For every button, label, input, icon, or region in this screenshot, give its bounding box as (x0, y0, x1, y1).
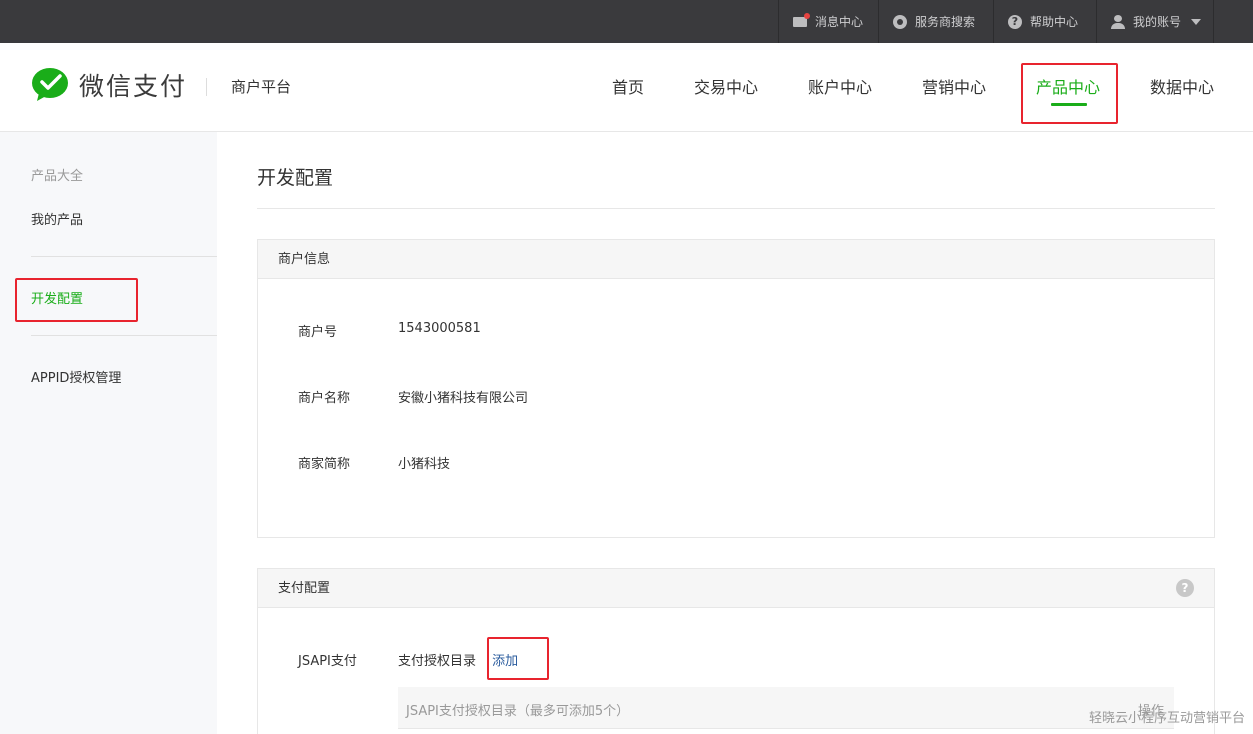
user-icon (1111, 14, 1125, 29)
help-icon[interactable]: ? (1176, 579, 1194, 597)
nav-data-center[interactable]: 数据中心 (1150, 74, 1214, 98)
merchant-id-label: 商户号 (298, 325, 338, 340)
sidebar-title: 产品大全 (31, 169, 84, 184)
nav-active-indicator (1051, 103, 1087, 106)
panel-header: 支付配置 ? (258, 569, 1214, 608)
account-menu[interactable]: 我的账号 (1096, 0, 1214, 43)
title-divider (257, 208, 1215, 209)
sidebar: 产品大全 我的产品 开发配置 APPID授权管理 (0, 132, 217, 734)
platform-name: 商户平台 (231, 78, 292, 96)
merchant-name-value: 安徽小猪科技有限公司 (398, 391, 529, 406)
help-center-label: 帮助中心 (1030, 15, 1079, 29)
payment-config-panel: 支付配置 ? JSAPI支付 支付授权目录 添加 JSAPI支付授权目录（最多可… (257, 568, 1215, 734)
search-icon (893, 14, 907, 29)
messages-link[interactable]: 消息中心 (778, 0, 878, 43)
sidebar-item-dev-config[interactable]: 开发配置 (31, 288, 83, 307)
chevron-down-icon (1191, 18, 1202, 25)
mail-icon (793, 12, 810, 27)
messages-label: 消息中心 (815, 15, 864, 29)
account-label: 我的账号 (1133, 15, 1182, 29)
sidebar-item-appid-auth[interactable]: APPID授权管理 (31, 367, 121, 386)
sidebar-item-my-products[interactable]: 我的产品 (31, 209, 83, 228)
sidebar-divider (31, 256, 217, 257)
help-center-link[interactable]: ? 帮助中心 (993, 0, 1096, 43)
logo[interactable]: 微信支付 (31, 67, 187, 103)
table-header-dir: JSAPI支付授权目录（最多可添加5个） (406, 704, 630, 719)
nav-trade-center[interactable]: 交易中心 (694, 74, 758, 98)
auth-dir-row: 支付授权目录 添加 (398, 650, 518, 669)
merchant-short-name-value: 小猪科技 (398, 457, 451, 472)
panel-title: 支付配置 (278, 581, 331, 596)
logo-text: 微信支付 (79, 72, 188, 101)
auth-dir-table-header: JSAPI支付授权目录（最多可添加5个） 操作 (398, 687, 1174, 729)
merchant-short-name-label: 商家简称 (298, 457, 351, 472)
main-content: 开发配置 商户信息 商户号 1543000581 商户名称 安徽小猪科技有限公司… (217, 132, 1253, 734)
top-bar: 消息中心 服务商搜索 ? 帮助中心 我的账号 (0, 0, 1253, 43)
merchant-info-panel: 商户信息 商户号 1543000581 商户名称 安徽小猪科技有限公司 商家简称… (257, 239, 1215, 538)
watermark: 轻晓云小程序互动营销平台 (1088, 711, 1245, 726)
help-icon: ? (1008, 14, 1022, 29)
jsapi-label: JSAPI支付 (298, 654, 357, 669)
auth-dir-label: 支付授权目录 (398, 654, 477, 669)
add-auth-dir-link[interactable]: 添加 (492, 654, 518, 669)
provider-search-link[interactable]: 服务商搜索 (878, 0, 993, 43)
merchant-id-value: 1543000581 (398, 321, 481, 336)
wechat-pay-logo-icon (32, 68, 68, 101)
panel-title: 商户信息 (258, 240, 1214, 279)
merchant-name-label: 商户名称 (298, 391, 351, 406)
page-title: 开发配置 (257, 167, 334, 189)
provider-search-label: 服务商搜索 (915, 15, 976, 29)
sidebar-divider (31, 335, 217, 336)
nav-marketing-center[interactable]: 营销中心 (922, 74, 986, 98)
logo-divider (206, 78, 207, 96)
header: 微信支付 商户平台 首页 交易中心 账户中心 营销中心 产品中心 数据中心 (0, 43, 1253, 132)
nav-home[interactable]: 首页 (612, 74, 644, 98)
nav-product-center[interactable]: 产品中心 (1036, 74, 1100, 98)
nav-account-center[interactable]: 账户中心 (808, 74, 872, 98)
